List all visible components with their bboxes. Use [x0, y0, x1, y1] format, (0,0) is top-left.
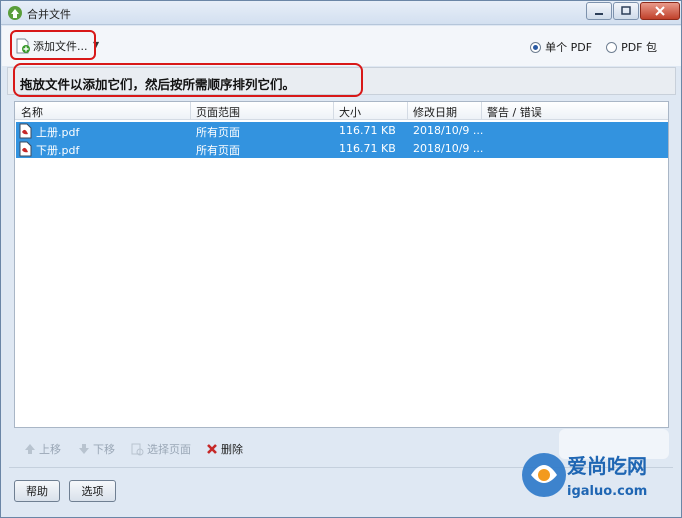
file-modified-date: 2018/10/9 ... [413, 142, 484, 155]
move-down-button[interactable]: 下移 [78, 441, 115, 457]
file-page-range: 所有页面 [196, 126, 240, 139]
file-size: 116.71 KB [339, 124, 396, 137]
file-size: 116.71 KB [339, 142, 396, 155]
column-divider [481, 102, 482, 120]
app-icon [8, 6, 22, 20]
output-format-options: 单个 PDF PDF 包 [530, 39, 657, 55]
title-bar: 合并文件 [1, 1, 681, 25]
table-row[interactable]: 上册.pdf 所有页面 116.71 KB 2018/10/9 ... [16, 122, 668, 140]
radio-pdf-package[interactable]: PDF 包 [606, 39, 657, 55]
column-header-name[interactable]: 名称 [21, 104, 43, 119]
radio-unselected-icon [606, 41, 618, 53]
list-header: 名称 页面范围 大小 修改日期 警告 / 错误 [15, 102, 668, 120]
column-divider [333, 102, 334, 120]
choose-pages-button[interactable]: 选择页面 [131, 441, 191, 457]
help-button[interactable]: 帮助 [14, 480, 60, 502]
options-label: 选项 [81, 485, 104, 498]
move-down-label: 下移 [93, 443, 115, 456]
pdf-file-icon [19, 123, 32, 139]
delete-x-icon [207, 444, 217, 454]
column-header-warning[interactable]: 警告 / 错误 [487, 104, 542, 119]
file-list[interactable]: 名称 页面范围 大小 修改日期 警告 / 错误 上册.pdf 所有页面 116.… [14, 101, 669, 428]
radio-single-pdf-label: 单个 PDF [545, 41, 593, 54]
radio-single-pdf[interactable]: 单个 PDF [530, 39, 592, 55]
annotation-box-add-files [10, 30, 96, 60]
file-name: 下册.pdf [36, 144, 80, 157]
window-title: 合并文件 [27, 8, 71, 21]
watermark-text: 爱尚吃网 [567, 454, 647, 478]
column-header-size[interactable]: 大小 [339, 104, 361, 119]
pdf-file-icon [19, 141, 32, 157]
file-modified-date: 2018/10/9 ... [413, 124, 484, 137]
site-watermark-logo: 爱尚吃网 igaluo.com [522, 429, 669, 499]
minimize-icon [595, 13, 603, 15]
column-header-range[interactable]: 页面范围 [196, 104, 240, 119]
annotation-box-instruction [13, 63, 363, 97]
close-button[interactable] [640, 2, 680, 20]
options-button[interactable]: 选项 [69, 480, 116, 502]
file-page-range: 所有页面 [196, 144, 240, 157]
column-divider [190, 102, 191, 120]
move-up-button[interactable]: 上移 [24, 441, 61, 457]
table-row[interactable]: 下册.pdf 所有页面 116.71 KB 2018/10/9 ... [16, 140, 668, 158]
help-label: 帮助 [26, 485, 48, 498]
choose-pages-icon [131, 443, 144, 455]
move-up-label: 上移 [39, 443, 61, 456]
close-icon [655, 6, 665, 16]
arrow-up-icon [25, 444, 35, 454]
choose-pages-label: 选择页面 [147, 443, 191, 456]
delete-label: 删除 [221, 443, 243, 456]
column-divider [407, 102, 408, 120]
column-header-date[interactable]: 修改日期 [413, 104, 457, 119]
radio-selected-icon [530, 41, 542, 53]
radio-pdf-package-label: PDF 包 [621, 41, 657, 54]
file-name: 上册.pdf [36, 126, 80, 139]
delete-button[interactable]: 删除 [206, 441, 243, 457]
minimize-button[interactable] [586, 2, 612, 20]
watermark-url: igaluo.com [567, 484, 647, 499]
arrow-down-icon [79, 444, 89, 454]
toolbar: 添加文件... ▼ 单个 PDF PDF 包 [2, 26, 681, 66]
merge-files-window: 合并文件 添加文件... ▼ 单个 PDF PDF 包 拖放文件以添加它们，然后… [0, 0, 682, 518]
maximize-button[interactable] [613, 2, 639, 20]
maximize-icon [621, 6, 631, 15]
